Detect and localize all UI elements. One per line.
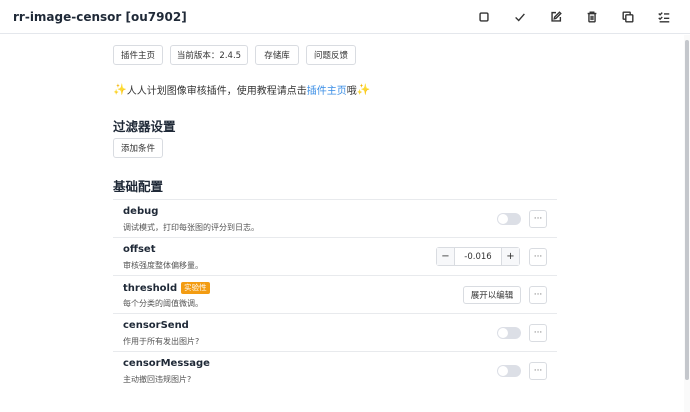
config-name: offset (123, 244, 156, 255)
more-button[interactable]: ··· (529, 324, 547, 342)
config-row-censorsend: censorSend 作用于所有发出图片? ··· (113, 313, 557, 351)
sparkle-icon: ✨ (356, 83, 371, 96)
expand-edit-button[interactable]: 展开以编辑 (463, 286, 521, 304)
offset-stepper[interactable]: − -0.016 + (436, 247, 520, 266)
intro-text: ✨ 人人计划图像审核插件，使用教程请点击 插件主页 哦 ✨ (113, 82, 370, 97)
config-description: 主动撤回违规图片? (123, 375, 192, 384)
intro-text-before: 人人计划图像审核插件，使用教程请点击 (126, 86, 307, 97)
config-description: 调试模式，打印每张图的评分到日志。 (123, 223, 259, 232)
more-button[interactable]: ··· (529, 286, 547, 304)
homepage-button[interactable]: 插件主页 (113, 45, 163, 65)
copy-icon[interactable] (620, 9, 636, 25)
repository-button[interactable]: 存储库 (255, 45, 299, 65)
trash-icon[interactable] (584, 9, 600, 25)
config-row-threshold: threshold 实验性 每个分类的阈值微调。 展开以编辑 ··· (113, 275, 557, 313)
experimental-badge: 实验性 (181, 282, 210, 294)
config-description: 审核强度整体偏移量。 (123, 261, 203, 270)
config-row-debug: debug 调试模式，打印每张图的评分到日志。 ··· (113, 199, 557, 237)
config-name: debug (123, 206, 159, 217)
increment-button[interactable]: + (501, 248, 519, 265)
debug-toggle[interactable] (497, 213, 521, 225)
checklist-icon[interactable] (656, 9, 672, 25)
offset-value[interactable]: -0.016 (455, 248, 501, 265)
feedback-button[interactable]: 问题反馈 (306, 45, 356, 65)
more-button[interactable]: ··· (529, 210, 547, 228)
add-condition-button[interactable]: 添加条件 (113, 138, 163, 158)
config-description: 每个分类的阈值微调。 (123, 299, 203, 308)
censormessage-toggle[interactable] (497, 365, 521, 377)
sparkle-icon: ✨ (113, 83, 127, 96)
homepage-link[interactable]: 插件主页 (307, 82, 347, 97)
config-name: censorSend (123, 320, 189, 331)
config-name: threshold (123, 282, 178, 294)
square-icon[interactable] (476, 9, 492, 25)
scrollbar-thumb[interactable] (685, 40, 689, 380)
basic-section-heading: 基础配置 (113, 179, 164, 194)
check-icon[interactable] (512, 9, 528, 25)
more-button[interactable]: ··· (529, 248, 547, 266)
more-button[interactable]: ··· (529, 362, 547, 380)
config-description: 作用于所有发出图片? (123, 337, 200, 346)
config-name-wrap: threshold 实验性 (123, 282, 210, 294)
intro-text-after: 哦 (346, 86, 357, 97)
top-bar: rr-image-censor [ou7902] (0, 0, 690, 34)
toggle-knob (498, 328, 508, 338)
page-title: rr-image-censor [ou7902] (13, 10, 187, 24)
censorsend-toggle[interactable] (497, 327, 521, 339)
toggle-knob (498, 366, 508, 376)
filter-section-heading: 过滤器设置 (113, 119, 176, 134)
config-name: censorMessage (123, 358, 210, 369)
edit-icon[interactable] (548, 9, 564, 25)
config-row-censormessage: censorMessage 主动撤回违规图片? ··· (113, 351, 557, 389)
decrement-button[interactable]: − (437, 248, 455, 265)
version-button[interactable]: 当前版本：2.4.5 (170, 45, 248, 65)
toggle-knob (498, 214, 508, 224)
config-row-offset: offset 审核强度整体偏移量。 − -0.016 + ··· (113, 237, 557, 275)
